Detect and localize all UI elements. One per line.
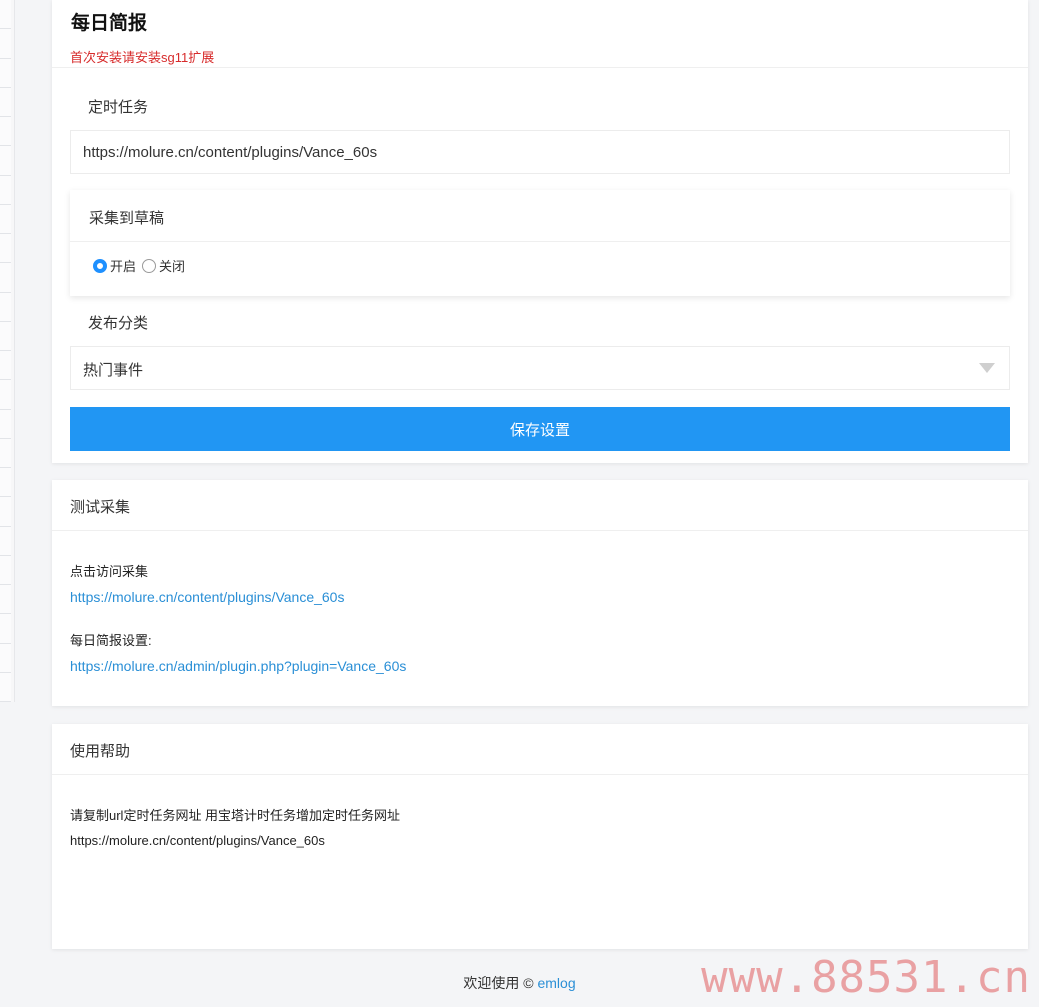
test-card-header: 测试采集 [52,480,1028,531]
sidebar-edge-cell [0,175,11,205]
draft-panel: 采集到草稿 开启 关闭 [70,190,1010,296]
category-select[interactable]: 热门事件 [70,346,1010,390]
sidebar-edge-cell [0,29,11,59]
help-url: https://molure.cn/content/plugins/Vance_… [70,833,325,848]
help-instruction: 请复制url定时任务网址 用宝塔计时任务增加定时任务网址 [70,808,401,823]
page: 每日简报 首次安装请安装sg11扩展 定时任务 采集到草稿 开启 关闭 发布分类 [0,0,1039,1007]
visit-collect-link[interactable]: https://molure.cn/content/plugins/Vance_… [70,589,344,605]
test-card-title: 测试采集 [70,499,131,516]
draft-off-label: 关闭 [159,259,186,274]
sidebar-edge-cell [0,526,11,556]
cron-label: 定时任务 [88,99,149,116]
page-title: 每日简报 [71,13,148,34]
draft-panel-header: 采集到草稿 [70,190,1010,242]
sidebar-edge-cell [0,380,11,410]
help-card-header: 使用帮助 [52,724,1028,775]
sidebar-edge-cell [0,351,11,381]
sidebar-edge-cell [0,204,11,234]
settings-card: 每日简报 首次安装请安装sg11扩展 定时任务 采集到草稿 开启 关闭 发布分类 [52,0,1028,463]
sidebar-edge-cell [0,555,11,585]
help-card-title: 使用帮助 [70,743,131,760]
install-warning: 首次安装请安装sg11扩展 [70,50,215,65]
visit-text: 点击访问采集 [70,564,149,579]
draft-radio-group: 开启 关闭 [93,256,191,275]
sidebar-edge-cell [0,468,11,498]
sidebar-edge-cell [0,58,11,88]
sidebar-edge-cell [0,409,11,439]
help-card: 使用帮助 请复制url定时任务网址 用宝塔计时任务增加定时任务网址 https:… [52,724,1028,949]
emlog-link[interactable]: emlog [537,975,575,991]
sidebar-edge-cell [0,292,11,322]
sidebar-edge-cell [0,643,11,673]
sidebar-edge-cell [0,672,11,702]
test-card: 测试采集 点击访问采集 https://molure.cn/content/pl… [52,480,1028,706]
draft-off-radio[interactable]: 关闭 [142,256,185,275]
category-selected-value: 热门事件 [83,362,144,379]
radio-unchecked-icon [142,258,157,273]
draft-on-radio[interactable]: 开启 [93,256,136,275]
draft-label: 采集到草稿 [89,210,165,227]
sidebar-edge-cell [0,585,11,615]
plugin-settings-link[interactable]: https://molure.cn/admin/plugin.php?plugi… [70,658,406,674]
footer-text: 欢迎使用 © [463,975,534,991]
watermark: www.88531.cn [701,952,1031,1003]
sidebar-edge [0,0,15,702]
cron-url-input[interactable] [70,130,1010,174]
settings-card-header: 每日简报 首次安装请安装sg11扩展 [52,0,1028,68]
save-settings-button[interactable]: 保存设置 [70,407,1010,451]
sidebar-edge-cell [0,263,11,293]
sidebar-edge-cell [0,146,11,176]
sidebar-edge-cell [0,614,11,644]
settings-text: 每日简报设置: [70,633,152,648]
sidebar-edge-cell [0,117,11,147]
caret-down-icon [979,363,995,373]
sidebar-edge-cell [0,438,11,468]
sidebar-edge-cell [0,0,11,30]
sidebar-edge-cell [0,234,11,264]
sidebar-edge-cell [0,87,11,117]
category-label: 发布分类 [88,315,149,332]
radio-checked-icon [93,258,107,273]
sidebar-edge-cell [0,321,11,351]
sidebar-edge-cell [0,497,11,527]
draft-on-label: 开启 [110,259,137,274]
